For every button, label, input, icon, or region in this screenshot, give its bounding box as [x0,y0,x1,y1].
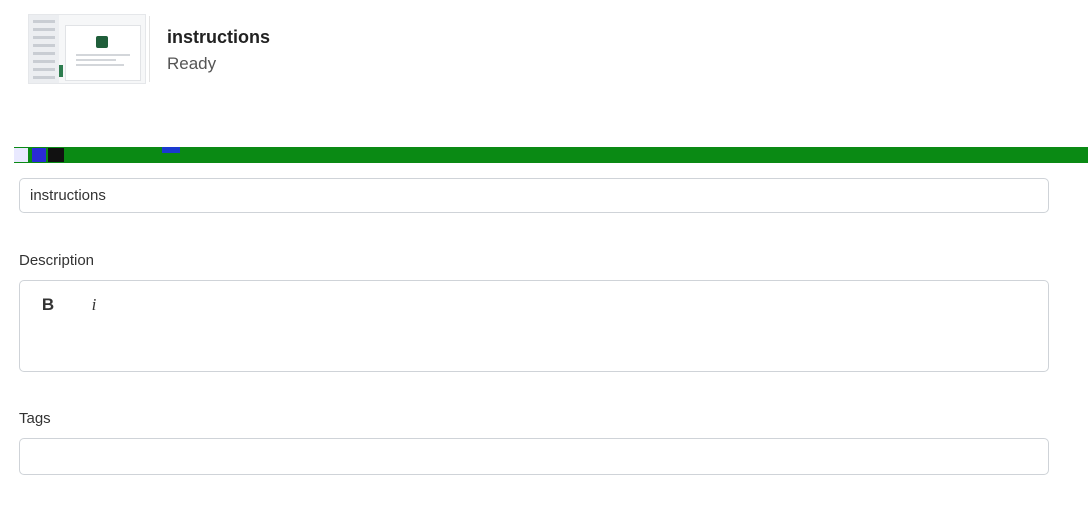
page-header: instructions Ready [0,0,1088,100]
thumbnail-sidebar [29,15,59,83]
editor-toolbar: B i [20,291,1030,319]
document-thumbnail[interactable] [28,14,146,84]
page-title: instructions [167,27,271,47]
description-editor[interactable]: B i [19,280,1049,372]
document-thumbnail-icon [96,36,108,48]
thumbnail-accent [59,65,63,77]
section-header-bar [14,147,1088,163]
header-divider [149,16,150,82]
marker-icon [162,147,180,153]
description-label: Description [19,252,95,269]
italic-button[interactable]: i [80,291,108,319]
square-icon [14,148,28,162]
bold-button[interactable]: B [34,291,62,319]
description-content[interactable] [32,325,1036,363]
thumbnail-page [65,25,141,81]
status-text: Ready [167,54,217,73]
tags-label: Tags [19,410,51,427]
tags-input[interactable] [19,438,1049,475]
square-icon [32,148,46,162]
name-input[interactable] [19,178,1049,213]
square-icon [48,148,64,162]
